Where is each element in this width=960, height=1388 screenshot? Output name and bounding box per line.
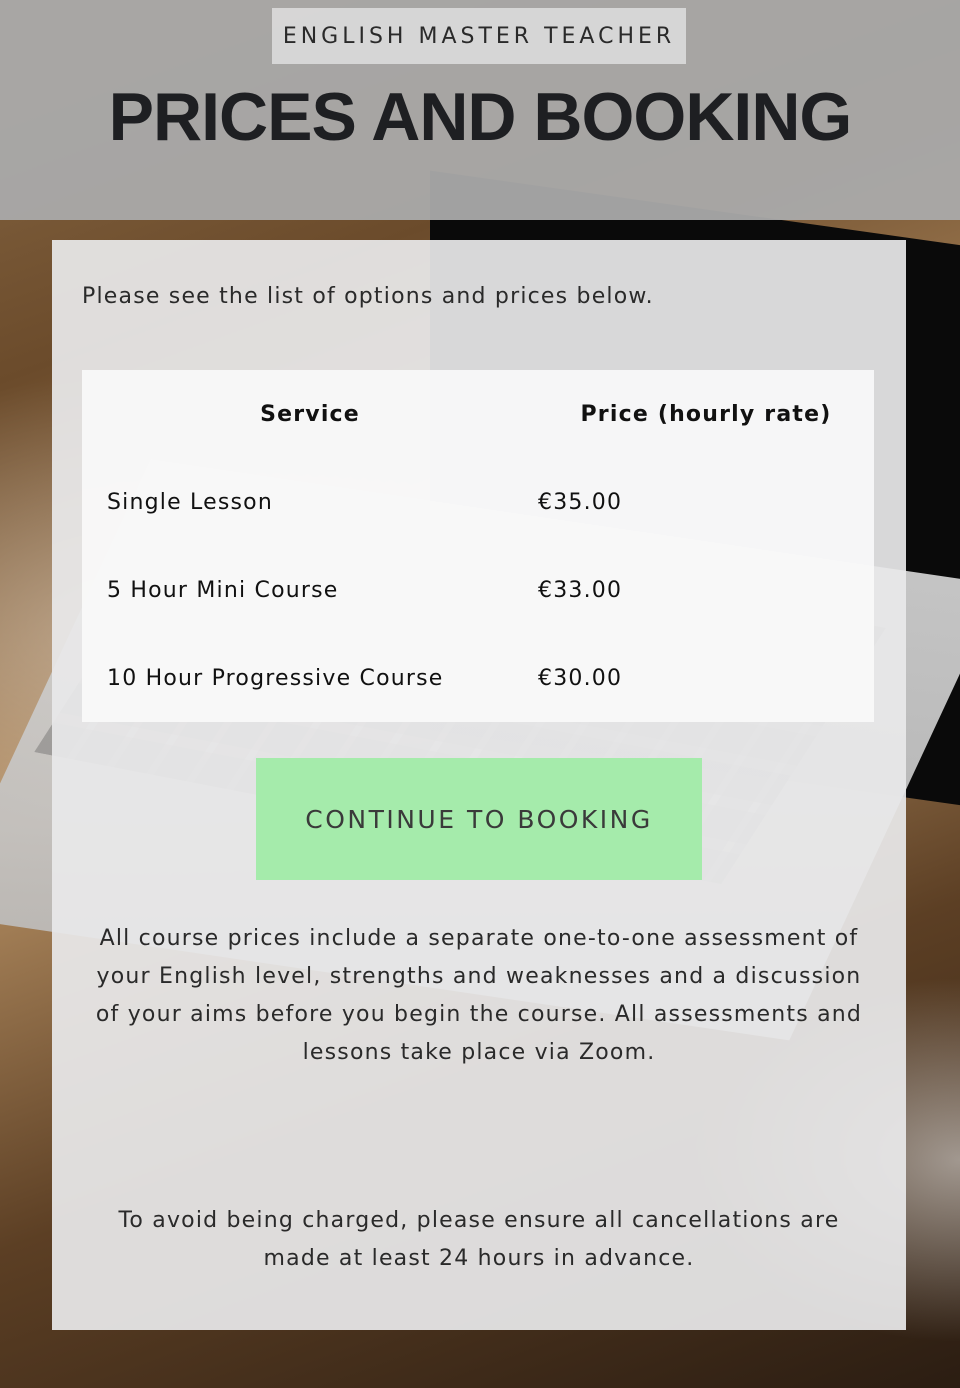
service-name: 10 Hour Progressive Course	[107, 665, 444, 691]
service-price: €35.00	[538, 489, 623, 515]
column-header-price: Price (hourly rate)	[580, 401, 832, 427]
service-name: 5 Hour Mini Course	[107, 577, 339, 603]
table-row: Single Lesson €35.00	[82, 458, 874, 546]
header: ENGLISH MASTER TEACHER PRICES AND BOOKIN…	[0, 0, 960, 220]
intro-text: Please see the list of options and price…	[82, 284, 654, 309]
site-title-link[interactable]: ENGLISH MASTER TEACHER	[272, 8, 686, 64]
price-table: Service Price (hourly rate) Single Lesso…	[82, 370, 874, 722]
service-price: €33.00	[538, 577, 623, 603]
page-title: PRICES AND BOOKING	[108, 79, 853, 155]
column-header-service: Service	[260, 401, 360, 427]
cancellation-note: To avoid being charged, please ensure al…	[118, 1208, 840, 1271]
continue-to-booking-button[interactable]: CONTINUE TO BOOKING	[256, 758, 702, 880]
service-name: Single Lesson	[107, 489, 273, 515]
assessment-note: All course prices include a separate one…	[95, 926, 863, 1065]
table-row: 5 Hour Mini Course €33.00	[82, 546, 874, 634]
table-row: 10 Hour Progressive Course €30.00	[82, 634, 874, 722]
content-panel: Please see the list of options and price…	[52, 240, 906, 1330]
table-header-row: Service Price (hourly rate)	[82, 370, 874, 458]
service-price: €30.00	[538, 665, 623, 691]
